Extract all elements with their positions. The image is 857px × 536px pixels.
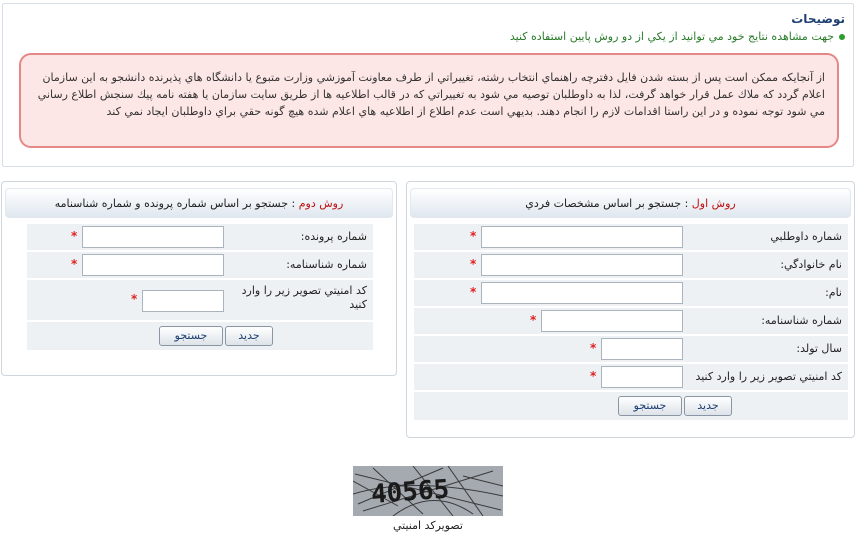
applicant-number-label: شماره داوطلبي xyxy=(770,230,842,243)
required-mark: * xyxy=(131,292,138,306)
captcha-row: كد امنيتي تصوير زير را وارد كنيد * xyxy=(27,280,373,320)
required-mark: * xyxy=(590,341,597,355)
method1-prefix: روش اول xyxy=(691,197,736,210)
captcha-label-text: كد امنيتي تصوير زير را وارد كنيد xyxy=(241,284,367,311)
file-number-input[interactable] xyxy=(82,226,224,248)
first-name-input[interactable] xyxy=(481,282,683,304)
description-title: توضيحات xyxy=(791,12,845,26)
id-number-row: شماره شناسنامه: * xyxy=(414,308,848,334)
method1-panel: روش اول : جستجو بر اساس مشخصات فردي شمار… xyxy=(406,181,855,438)
captcha-input[interactable] xyxy=(142,290,224,312)
applicant-number-input[interactable] xyxy=(481,226,683,248)
last-name-row: نام خانوادگي: * xyxy=(414,252,848,278)
required-mark: * xyxy=(470,257,477,271)
method2-panel: روش دوم : جستجو بر اساس شماره پرونده و ش… xyxy=(1,181,397,376)
method1-form: شماره داوطلبي * نام خانوادگي: * نام: * ش… xyxy=(414,224,848,434)
description-box: توضيحات جهت مشاهده نتايج خود مي توانيد ا… xyxy=(2,3,854,167)
button-row: جديد جستجو xyxy=(27,322,373,350)
captcha-input[interactable] xyxy=(601,366,683,388)
file-number-row: شماره پرونده: * xyxy=(27,224,373,250)
id-number-input[interactable] xyxy=(82,254,224,276)
id-number-row: شماره شناسنامه: * xyxy=(27,252,373,278)
captcha-caption: تصويركد امنيتي xyxy=(393,519,463,532)
search-button[interactable]: جستجو xyxy=(618,396,682,416)
captcha-code-text: 40565 xyxy=(370,475,450,510)
captcha-image: 40565 xyxy=(352,465,504,517)
first-name-row: نام: * xyxy=(414,280,848,306)
method2-form: شماره پرونده: * شماره شناسنامه: * كد امن… xyxy=(27,224,373,350)
method1-header: روش اول : جستجو بر اساس مشخصات فردي xyxy=(410,188,851,218)
last-name-input[interactable] xyxy=(481,254,683,276)
method1-title: : جستجو بر اساس مشخصات فردي xyxy=(525,197,692,210)
applicant-number-row: شماره داوطلبي * xyxy=(414,224,848,250)
warning-box: از آنجايكه ممكن است پس از بسته شدن فايل … xyxy=(19,53,839,148)
new-button[interactable]: جديد xyxy=(684,396,732,416)
button-row: جديد جستجو xyxy=(414,392,848,420)
description-bullet-text: جهت مشاهده نتايج خود مي توانيد از يكي از… xyxy=(509,30,834,43)
last-name-label: نام خانوادگي: xyxy=(780,258,842,271)
required-mark: * xyxy=(590,369,597,383)
required-mark: * xyxy=(71,257,78,271)
search-button[interactable]: جستجو xyxy=(159,326,223,346)
file-number-label: شماره پرونده: xyxy=(300,230,367,243)
id-number-input[interactable] xyxy=(541,310,683,332)
bullet-icon xyxy=(839,33,845,40)
birth-year-input[interactable] xyxy=(601,338,683,360)
captcha-label-text: كد امنيتي تصوير زير را وارد كنيد xyxy=(695,370,842,383)
captcha-row: كد امنيتي تصوير زير را وارد كنيد * xyxy=(414,364,848,390)
description-bullet: جهت مشاهده نتايج خود مي توانيد از يكي از… xyxy=(510,30,845,43)
first-name-label: نام: xyxy=(825,286,842,299)
birth-year-row: سال تولد: * xyxy=(414,336,848,362)
birth-year-label: سال تولد: xyxy=(796,342,842,355)
id-number-label: شماره شناسنامه: xyxy=(761,314,842,327)
captcha-noise-icon: 40565 xyxy=(352,465,504,517)
id-number-label: شماره شناسنامه: xyxy=(286,258,367,271)
required-mark: * xyxy=(470,229,477,243)
method2-title: : جستجو بر اساس شماره پرونده و شماره شنا… xyxy=(54,197,299,210)
method2-header: روش دوم : جستجو بر اساس شماره پرونده و ش… xyxy=(5,188,393,218)
required-mark: * xyxy=(470,285,477,299)
method2-prefix: روش دوم xyxy=(298,197,344,210)
new-button[interactable]: جديد xyxy=(225,326,273,346)
required-mark: * xyxy=(71,229,78,243)
required-mark: * xyxy=(530,313,537,327)
